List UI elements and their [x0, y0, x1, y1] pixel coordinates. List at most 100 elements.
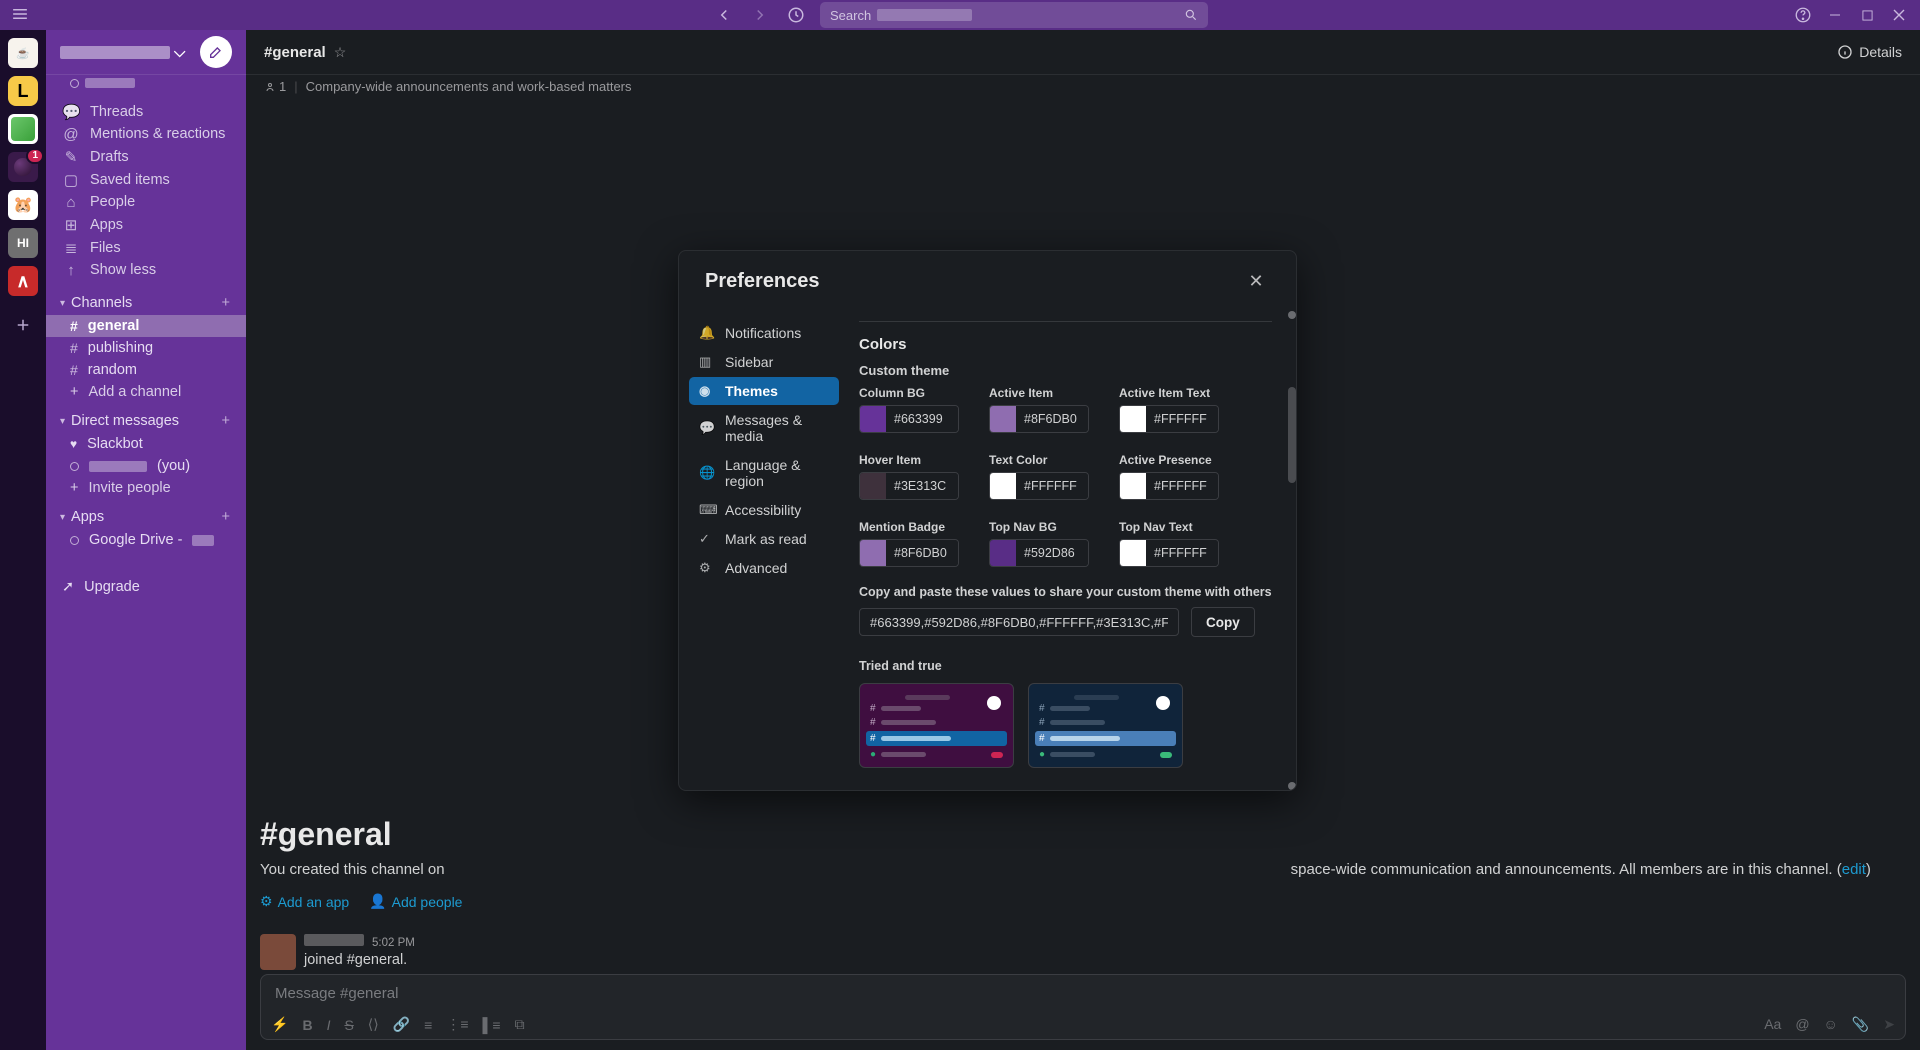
prefs-nav-sidebar[interactable]: ▥Sidebar: [689, 348, 839, 376]
color-input[interactable]: [1016, 473, 1088, 499]
add-people-link[interactable]: 👤Add people: [369, 893, 462, 910]
workspace-2[interactable]: L: [8, 76, 38, 106]
workspace-header[interactable]: ⌵: [46, 30, 246, 75]
code-block-icon[interactable]: ⧉: [515, 1016, 525, 1033]
nav-back-button[interactable]: [712, 3, 736, 27]
channel-general[interactable]: #general: [46, 315, 246, 337]
dm-self[interactable]: (you): [46, 455, 246, 477]
message-author[interactable]: [304, 934, 364, 950]
add-app-link[interactable]: ⚙Add an app: [260, 893, 349, 910]
menu-icon[interactable]: [12, 8, 30, 22]
prefs-nav-advanced[interactable]: ⚙Advanced: [689, 554, 839, 582]
theme-preset-aubergine[interactable]: # # # ●: [859, 683, 1014, 768]
workspace-1[interactable]: ☕: [8, 38, 38, 68]
swatch[interactable]: [990, 473, 1016, 499]
channel-topic[interactable]: Company-wide announcements and work-base…: [306, 79, 632, 94]
prefs-nav-accessibility[interactable]: ⌨Accessibility: [689, 496, 839, 524]
members-icon[interactable]: 1: [264, 79, 286, 94]
italic-icon[interactable]: I: [327, 1017, 331, 1033]
swatch[interactable]: [990, 540, 1016, 566]
color-input[interactable]: [886, 540, 958, 566]
color-input[interactable]: [1146, 406, 1218, 432]
shortcuts-icon[interactable]: ⚡: [271, 1016, 288, 1033]
color-input[interactable]: [1016, 406, 1088, 432]
color-input[interactable]: [886, 473, 958, 499]
avatar[interactable]: [260, 934, 296, 970]
workspace-5[interactable]: 🐹: [8, 190, 38, 220]
search-input[interactable]: Search: [820, 2, 1208, 28]
maximize-button[interactable]: [1858, 6, 1876, 24]
share-theme-input[interactable]: [859, 608, 1179, 636]
dms-section-header[interactable]: ▾Direct messages+: [46, 403, 246, 433]
dm-slackbot[interactable]: ♥Slackbot: [46, 433, 246, 455]
swatch[interactable]: [990, 406, 1016, 432]
nav-apps[interactable]: ⊞Apps: [46, 213, 246, 236]
edit-topic-link[interactable]: edit: [1842, 861, 1866, 878]
swatch[interactable]: [860, 406, 886, 432]
workspace-4[interactable]: 1: [8, 152, 38, 182]
minimize-button[interactable]: [1826, 6, 1844, 24]
color-input[interactable]: [1146, 540, 1218, 566]
add-channel-icon[interactable]: +: [222, 295, 232, 311]
ol-icon[interactable]: ≡: [424, 1017, 432, 1033]
star-icon[interactable]: ☆: [334, 44, 347, 61]
code-icon[interactable]: ⟨⟩: [368, 1016, 379, 1033]
color-input[interactable]: [886, 406, 958, 432]
channel-publishing[interactable]: #publishing: [46, 337, 246, 359]
swatch[interactable]: [1120, 473, 1146, 499]
add-channel-link[interactable]: +Add a channel: [46, 381, 246, 403]
nav-people[interactable]: ⌂People: [46, 191, 246, 213]
prefs-nav-mark-read[interactable]: ✓Mark as read: [689, 525, 839, 553]
self-presence[interactable]: [46, 75, 246, 96]
mention-icon[interactable]: @: [1795, 1016, 1809, 1033]
quote-icon[interactable]: ▌≡: [483, 1017, 501, 1033]
nav-forward-button[interactable]: [748, 3, 772, 27]
channel-random[interactable]: #random: [46, 359, 246, 381]
swatch[interactable]: [1120, 540, 1146, 566]
invite-people-link[interactable]: +Invite people: [46, 477, 246, 499]
ul-icon[interactable]: ⋮≡: [446, 1016, 468, 1033]
add-dm-icon[interactable]: +: [222, 413, 232, 429]
workspace-6[interactable]: HI: [8, 228, 38, 258]
close-button[interactable]: [1890, 6, 1908, 24]
history-button[interactable]: [784, 3, 808, 27]
composer-input[interactable]: Message #general: [261, 975, 1905, 1012]
format-icon[interactable]: Aa: [1764, 1016, 1781, 1033]
prefs-nav-messages[interactable]: 💬Messages & media: [689, 406, 839, 450]
add-app-icon[interactable]: +: [222, 509, 232, 525]
app-google-drive[interactable]: Google Drive -: [46, 529, 246, 551]
link-icon[interactable]: 🔗: [393, 1016, 410, 1033]
swatch[interactable]: [860, 473, 886, 499]
send-icon[interactable]: ➤: [1883, 1016, 1895, 1033]
nav-drafts[interactable]: ✎Drafts: [46, 145, 246, 168]
strike-icon[interactable]: S: [344, 1017, 353, 1033]
compose-button[interactable]: [200, 36, 232, 68]
emoji-icon[interactable]: ☺: [1824, 1016, 1838, 1033]
nav-threads[interactable]: 💬Threads: [46, 100, 246, 123]
theme-preset-ocean[interactable]: # # # ●: [1028, 683, 1183, 768]
help-button[interactable]: [1794, 6, 1812, 24]
prefs-nav-language[interactable]: 🌐Language & region: [689, 451, 839, 495]
swatch[interactable]: [860, 540, 886, 566]
attach-icon[interactable]: 📎: [1852, 1016, 1869, 1033]
nav-mentions[interactable]: @Mentions & reactions: [46, 123, 246, 145]
color-input[interactable]: [1016, 540, 1088, 566]
swatch[interactable]: [1120, 406, 1146, 432]
channels-section-header[interactable]: ▾Channels+: [46, 285, 246, 315]
upgrade-link[interactable]: ➚Upgrade: [46, 573, 246, 601]
add-workspace-button[interactable]: [8, 310, 38, 340]
apps-section-header[interactable]: ▾Apps+: [46, 499, 246, 529]
workspace-3-active[interactable]: [8, 114, 38, 144]
color-input[interactable]: [1146, 473, 1218, 499]
details-button[interactable]: Details: [1837, 44, 1902, 60]
bold-icon[interactable]: B: [302, 1017, 312, 1033]
scrollbar[interactable]: [1286, 311, 1296, 790]
workspace-7[interactable]: ∧: [8, 266, 38, 296]
prefs-nav-themes[interactable]: ◉Themes: [689, 377, 839, 405]
modal-close-button[interactable]: ✕: [1242, 267, 1270, 295]
nav-show-less[interactable]: ↑Show less: [46, 259, 246, 281]
prefs-nav-notifications[interactable]: 🔔Notifications: [689, 319, 839, 347]
nav-files[interactable]: ≣Files: [46, 236, 246, 259]
nav-saved[interactable]: ▢Saved items: [46, 168, 246, 191]
copy-button[interactable]: Copy: [1191, 607, 1255, 637]
